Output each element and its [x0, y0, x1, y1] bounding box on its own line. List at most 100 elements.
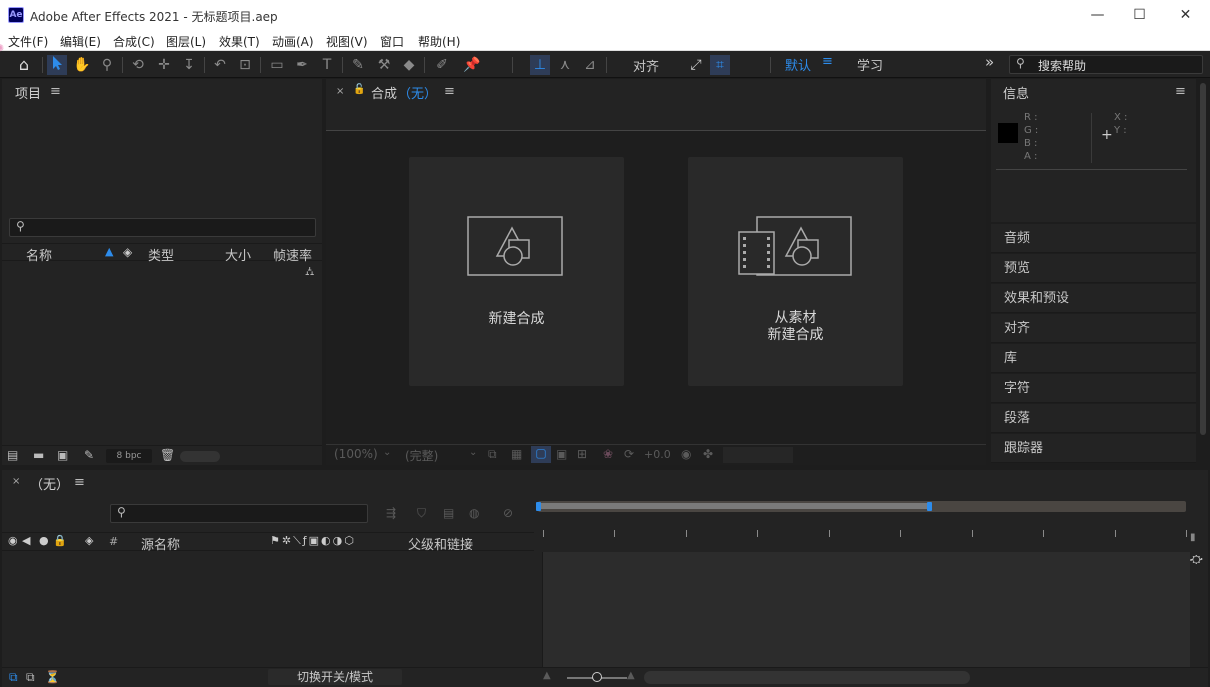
work-area-end-handle[interactable]	[927, 502, 932, 511]
view-axis-mode-icon[interactable]: ⊿	[580, 55, 600, 75]
frame-blending-icon[interactable]: ◍	[469, 506, 479, 520]
close-button[interactable]: ✕	[1163, 0, 1208, 31]
render-time-icon[interactable]: ⏳	[45, 670, 60, 684]
rotate-camera-tool-icon[interactable]: ⟲	[128, 55, 148, 75]
minimize-button[interactable]: —	[1075, 0, 1120, 31]
right-scroll-thumb[interactable]	[1200, 83, 1206, 435]
zoom-tool-icon[interactable]: ⚲	[97, 55, 117, 75]
close-tab-icon[interactable]: ×	[12, 476, 20, 487]
label-tag-icon[interactable]: ◈	[123, 245, 132, 259]
zoom-in-icon[interactable]: ▲	[627, 670, 635, 681]
exposure-value[interactable]: +0.0	[644, 448, 671, 461]
comp-name[interactable]: （无）	[398, 83, 437, 102]
color-channels-icon[interactable]: ❀	[603, 447, 613, 461]
pan-behind-tool-icon[interactable]: ⊡	[235, 55, 255, 75]
local-axis-mode-icon[interactable]: ⊥	[530, 55, 550, 75]
maximize-button[interactable]: ☐	[1117, 0, 1162, 31]
sort-ascending-icon[interactable]: ▲	[105, 245, 113, 258]
grid-guides-icon[interactable]: ⊞	[577, 447, 587, 461]
zoom-out-icon[interactable]: ▲	[543, 670, 551, 681]
rectangle-tool-icon[interactable]: ▭	[267, 55, 287, 75]
pan-tool-icon[interactable]: ✛	[154, 55, 174, 75]
workspace-menu-icon[interactable]: ≡	[822, 54, 833, 69]
panel-paragraph[interactable]: 段落	[991, 404, 1196, 433]
shy-layers-icon[interactable]: ▤	[443, 506, 454, 520]
fast-preview-icon[interactable]: ⧉	[488, 447, 497, 462]
type-tool-icon[interactable]: T	[317, 55, 337, 75]
comp-button-icon[interactable]: ⛮	[1190, 552, 1203, 567]
parent-link-header[interactable]: 父级和链接	[408, 534, 473, 553]
column-type[interactable]: 类型	[148, 245, 174, 264]
workspace-learn[interactable]: 学习	[857, 55, 883, 74]
lock-icon[interactable]: 🔓	[353, 84, 365, 95]
close-tab-icon[interactable]: ×	[336, 86, 344, 97]
transparency-grid-icon[interactable]: ▦	[511, 447, 522, 461]
work-area-range[interactable]	[538, 503, 928, 509]
right-scrollbar[interactable]	[1198, 79, 1208, 465]
world-axis-mode-icon[interactable]: ⋏	[555, 55, 575, 75]
rotation-tool-icon[interactable]: ↶	[210, 55, 230, 75]
menu-composition[interactable]: 合成(C)	[113, 33, 155, 50]
column-name[interactable]: 名称	[26, 245, 52, 264]
solo-icon[interactable]: ●	[39, 534, 49, 547]
toggle-switches-modes[interactable]: 切换开关/模式	[268, 669, 402, 685]
menu-view[interactable]: 视图(V)	[326, 33, 368, 50]
project-settings-icon[interactable]: ✎	[84, 448, 94, 462]
panel-preview[interactable]: 预览	[991, 254, 1196, 283]
interpret-footage-icon[interactable]: ▤	[7, 448, 18, 462]
menu-window[interactable]: 窗口	[380, 33, 404, 50]
source-name-header[interactable]: 源名称	[141, 534, 180, 553]
visibility-icon[interactable]: ◉	[8, 534, 18, 547]
label-tag-icon[interactable]: ◈	[85, 534, 93, 547]
lock-icon[interactable]: 🔒	[53, 534, 67, 547]
column-size[interactable]: 大小	[225, 245, 251, 264]
timeline-scrollbar[interactable]	[644, 671, 970, 684]
timeline-tab[interactable]: （无）	[30, 474, 69, 493]
project-panel-title[interactable]: 项目	[15, 83, 41, 102]
snapshot-icon[interactable]: ◉	[681, 447, 691, 461]
puppet-pin-tool-icon[interactable]: 📌	[462, 55, 482, 75]
motion-blur-icon[interactable]: ⊘	[503, 506, 513, 520]
project-panel-menu-icon[interactable]: ≡	[50, 84, 61, 99]
zoom-slider-handle[interactable]	[592, 672, 602, 682]
hand-tool-icon[interactable]: ✋	[72, 55, 92, 75]
panel-libraries[interactable]: 库	[991, 344, 1196, 373]
new-composition-icon[interactable]: ▣	[57, 448, 68, 462]
timeline-menu-icon[interactable]: ≡	[74, 475, 85, 490]
show-snapshot-icon[interactable]: ✤	[703, 447, 713, 461]
clone-stamp-tool-icon[interactable]: ⚒	[374, 55, 394, 75]
flowchart-icon[interactable]: ⛼	[305, 264, 314, 280]
audio-icon[interactable]: ◀	[22, 534, 30, 547]
menu-animation[interactable]: 动画(A)	[272, 33, 314, 50]
work-area-bar[interactable]	[536, 501, 1186, 512]
column-framerate[interactable]: 帧速率	[273, 245, 312, 264]
workspace-overflow-icon[interactable]: »	[985, 53, 994, 71]
from-footage-tile[interactable]: 从素材 新建合成	[688, 157, 903, 386]
comp-panel-menu-icon[interactable]: ≡	[444, 84, 455, 99]
work-area-start-handle[interactable]	[536, 502, 541, 511]
comp-panel-title[interactable]: 合成	[371, 83, 397, 102]
roto-brush-tool-icon[interactable]: ✐	[432, 55, 452, 75]
new-folder-icon[interactable]: ▬	[33, 448, 44, 462]
region-of-interest-icon[interactable]: ▣	[556, 447, 567, 461]
menu-layer[interactable]: 图层(L)	[166, 33, 206, 50]
panel-align[interactable]: 对齐	[991, 314, 1196, 343]
delete-icon[interactable]: 🗑	[160, 448, 175, 462]
panel-tracker[interactable]: 跟踪器	[991, 434, 1196, 463]
thumbnail-slider[interactable]	[180, 451, 220, 462]
panel-character[interactable]: 字符	[991, 374, 1196, 403]
eraser-tool-icon[interactable]: ◆	[399, 55, 419, 75]
info-panel-title[interactable]: 信息	[1003, 83, 1029, 102]
info-panel-menu-icon[interactable]: ≡	[1175, 84, 1186, 99]
panel-effects-presets[interactable]: 效果和预设	[991, 284, 1196, 313]
menu-help[interactable]: 帮助(H)	[418, 33, 460, 50]
color-depth-button[interactable]: 8 bpc	[106, 449, 152, 463]
new-composition-tile[interactable]: 新建合成	[409, 157, 624, 386]
layer-switches-icon[interactable]: ⧉	[9, 670, 18, 685]
zoom-dropdown[interactable]: (100%)	[334, 447, 378, 461]
timeline-search-input[interactable]: ⚲	[110, 504, 368, 523]
resolution-dropdown[interactable]: (完整)	[405, 447, 438, 464]
mask-visibility-icon[interactable]: ▢	[531, 446, 551, 463]
panel-audio[interactable]: 音频	[991, 224, 1196, 253]
reset-exposure-icon[interactable]: ⟳	[624, 447, 634, 461]
